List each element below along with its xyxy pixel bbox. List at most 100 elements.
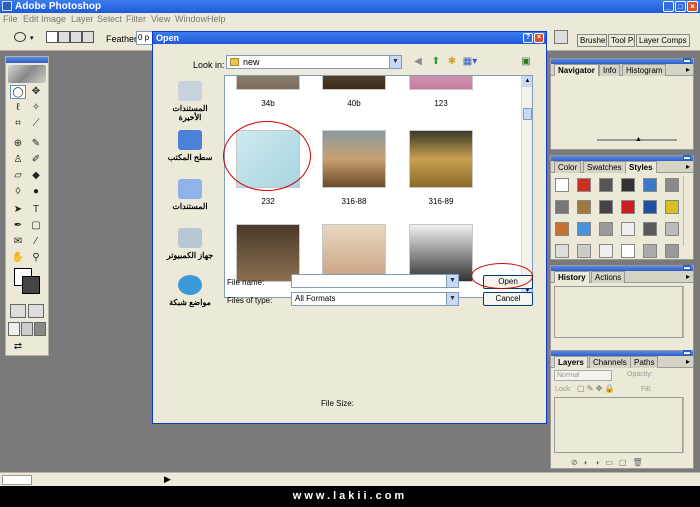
healing-brush-icon[interactable]: ⊕: [10, 137, 26, 151]
file-name[interactable]: 316-88: [314, 197, 394, 206]
files-of-type-select[interactable]: All Formats ▼: [291, 292, 459, 306]
style-swatch[interactable]: [621, 178, 635, 192]
file-name[interactable]: 316-89: [401, 197, 481, 206]
style-swatch[interactable]: [643, 178, 657, 192]
style-swatch[interactable]: [555, 222, 569, 236]
panel-menu-icon[interactable]: ▸: [686, 162, 690, 171]
menu-filter[interactable]: Filter: [126, 13, 146, 26]
tab-tool-presets[interactable]: Tool Pr: [608, 34, 635, 47]
file-thumbnail[interactable]: [322, 130, 386, 188]
style-swatch[interactable]: [643, 222, 657, 236]
file-thumbnail[interactable]: [409, 130, 473, 188]
minimize-icon[interactable]: _: [663, 1, 674, 12]
style-swatch[interactable]: [665, 178, 679, 192]
file-name[interactable]: 123: [401, 99, 481, 108]
layer-action-icons[interactable]: ⊘◐◑▭▢🗑: [571, 458, 649, 467]
style-swatch[interactable]: [577, 178, 591, 192]
style-swatch[interactable]: [621, 244, 635, 258]
zoom-field[interactable]: [2, 475, 32, 485]
tab-channels[interactable]: Channels: [589, 356, 631, 368]
chevron-down-icon[interactable]: ▾: [30, 34, 34, 42]
panel-menu-icon[interactable]: ▸: [686, 272, 690, 281]
menu-file[interactable]: File: [3, 13, 18, 26]
chevron-down-icon[interactable]: ▼: [446, 293, 458, 305]
help-icon[interactable]: ?: [523, 33, 533, 43]
blur-tool-icon[interactable]: ◊: [10, 185, 26, 199]
lasso-tool-icon[interactable]: ℓ: [10, 101, 26, 115]
quick-mask-icon[interactable]: [28, 304, 44, 318]
style-swatch[interactable]: [555, 178, 569, 192]
panel-menu-icon[interactable]: ▸: [686, 65, 690, 74]
style-swatch[interactable]: [599, 200, 613, 214]
menu-layer[interactable]: Layer: [71, 13, 94, 26]
new-folder-icon[interactable]: ✱: [445, 55, 459, 69]
screen-mode-full-menu-icon[interactable]: [21, 322, 33, 336]
chevron-down-icon[interactable]: ▼: [446, 275, 458, 287]
back-icon[interactable]: ◀: [411, 55, 425, 69]
place-documents[interactable]: المستندات: [161, 179, 219, 211]
tab-histogram[interactable]: Histogram: [622, 64, 667, 76]
brush-tool-icon[interactable]: ✎: [28, 137, 44, 151]
menu-image[interactable]: Image: [41, 13, 66, 26]
file-thumbnail[interactable]: [322, 76, 386, 90]
place-recent[interactable]: المستندات الأخيرة: [161, 81, 219, 122]
jump-to-imageready-icon[interactable]: ⇄: [10, 340, 26, 354]
dodge-tool-icon[interactable]: ●: [28, 185, 44, 199]
tab-paths[interactable]: Paths: [630, 356, 659, 368]
intersect-selection-icon[interactable]: [82, 31, 94, 43]
menu-help[interactable]: Help: [207, 13, 226, 26]
style-swatch[interactable]: [621, 200, 635, 214]
style-swatch[interactable]: [643, 244, 657, 258]
shape-tool-icon[interactable]: ▢: [28, 219, 44, 233]
eyedropper-icon[interactable]: ⁄: [28, 235, 44, 249]
place-computer[interactable]: جهاز الكمبيوتر: [161, 228, 219, 260]
tab-brushes[interactable]: Brushes: [577, 34, 607, 47]
clone-stamp-icon[interactable]: ♙: [10, 153, 26, 167]
magic-wand-icon[interactable]: ✧: [28, 101, 44, 115]
eraser-tool-icon[interactable]: ▱: [10, 169, 26, 183]
tab-layer-comps[interactable]: Layer Comps: [636, 34, 690, 47]
look-in-select[interactable]: new ▼: [226, 55, 402, 69]
panel-menu-icon[interactable]: ▸: [686, 357, 690, 366]
maximize-icon[interactable]: □: [675, 1, 686, 12]
scroll-thumb[interactable]: [523, 108, 532, 120]
scroll-up-icon[interactable]: ▲: [522, 76, 532, 87]
close-icon[interactable]: ×: [687, 1, 698, 12]
tab-swatches[interactable]: Swatches: [583, 161, 626, 173]
crop-tool-icon[interactable]: ⌗: [10, 117, 26, 131]
blend-mode-select[interactable]: Normal: [554, 370, 612, 381]
style-swatch[interactable]: [599, 178, 613, 192]
style-swatch[interactable]: [577, 222, 591, 236]
pen-tool-icon[interactable]: ✒: [10, 219, 26, 233]
file-thumbnail[interactable]: [236, 76, 300, 90]
view-menu-icon[interactable]: ▦▾: [461, 55, 479, 69]
notes-tool-icon[interactable]: ✉: [10, 235, 26, 249]
zoom-tool-icon[interactable]: ⚲: [28, 251, 44, 265]
style-swatch[interactable]: [555, 200, 569, 214]
menu-view[interactable]: View: [151, 13, 170, 26]
styles-scrollbar[interactable]: [683, 176, 691, 246]
ellipse-marquee-icon[interactable]: [14, 32, 26, 42]
file-name-input[interactable]: ▼: [291, 274, 459, 288]
preview-icon[interactable]: ▣: [519, 55, 533, 69]
tab-layers[interactable]: Layers: [554, 356, 588, 368]
subtract-selection-icon[interactable]: [70, 31, 82, 43]
screen-mode-standard-icon[interactable]: [8, 322, 20, 336]
hand-tool-icon[interactable]: ✋: [10, 251, 26, 265]
file-thumbnail[interactable]: [409, 76, 473, 90]
place-desktop[interactable]: سطح المكتب: [161, 130, 219, 162]
menu-select[interactable]: Select: [97, 13, 122, 26]
tab-info[interactable]: Info: [599, 64, 621, 76]
style-swatch[interactable]: [577, 244, 591, 258]
file-browser-icon[interactable]: [554, 30, 568, 44]
up-folder-icon[interactable]: ⬆: [429, 55, 443, 69]
style-swatch[interactable]: [599, 244, 613, 258]
style-swatch[interactable]: [599, 222, 613, 236]
style-swatch[interactable]: [555, 244, 569, 258]
move-tool-icon[interactable]: ✥: [28, 85, 44, 99]
place-network[interactable]: مواضع شبكة: [161, 275, 219, 307]
new-selection-icon[interactable]: [46, 31, 58, 43]
history-scrollbar[interactable]: [683, 286, 691, 338]
close-icon[interactable]: ×: [534, 33, 544, 43]
slice-tool-icon[interactable]: ⟋: [28, 117, 44, 131]
